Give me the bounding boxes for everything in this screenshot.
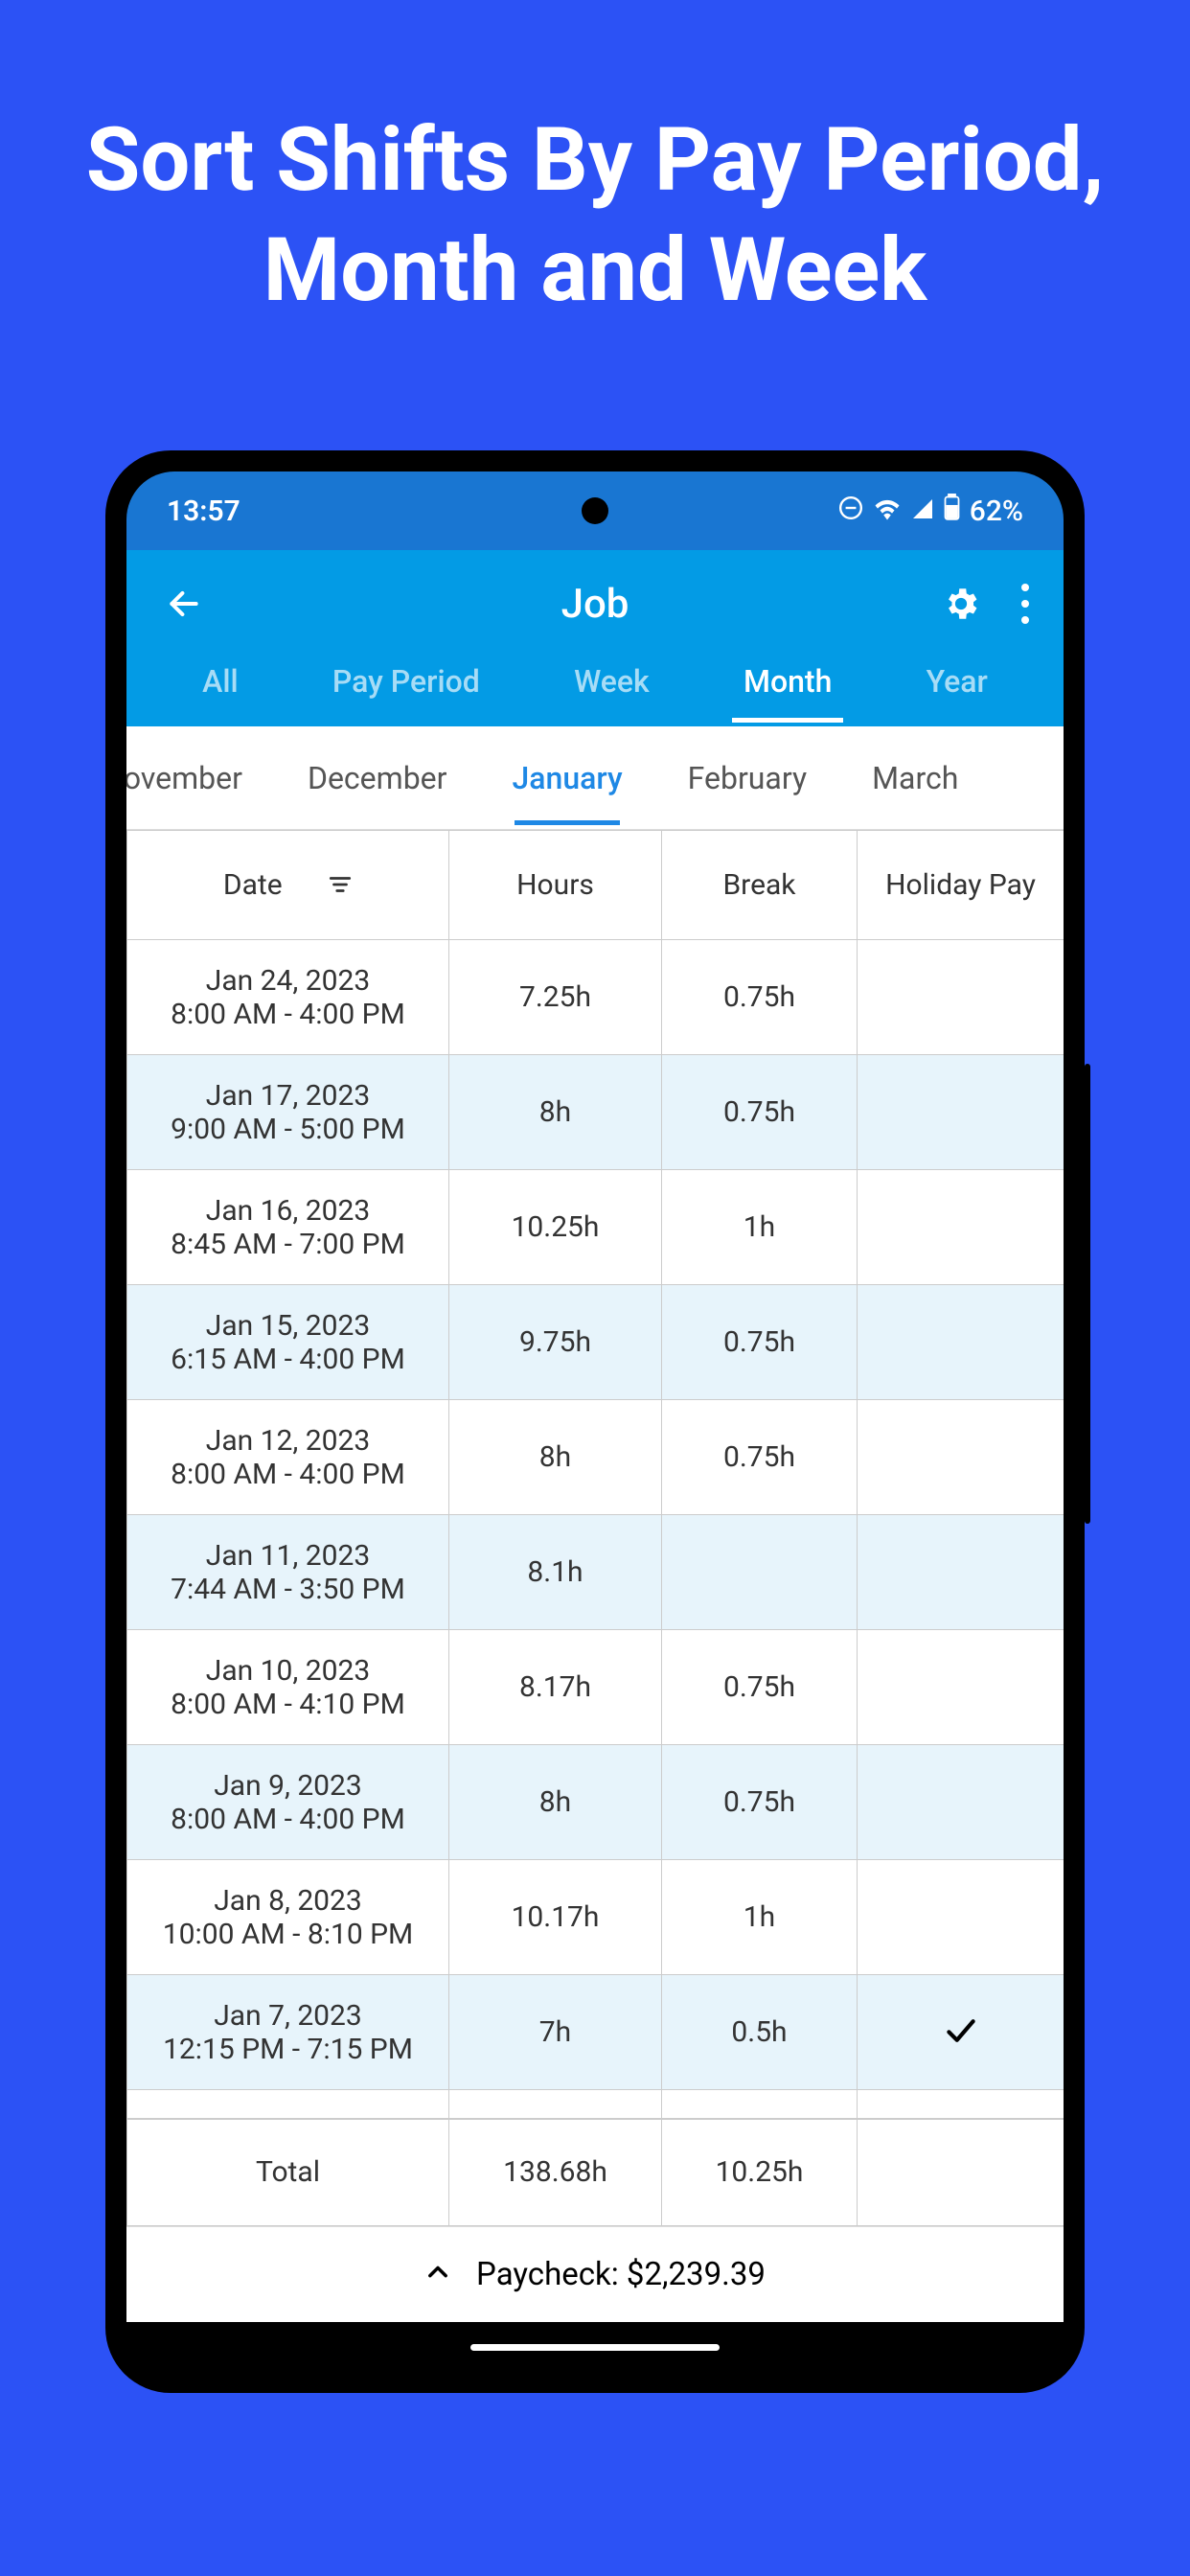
month-tab-february[interactable]: February (655, 731, 839, 825)
cell-holiday (858, 1400, 1064, 1515)
month-tab-december[interactable]: December (275, 731, 480, 825)
cell-date: Jan 9, 20238:00 AM - 4:00 PM (127, 1745, 449, 1860)
table-row[interactable]: Jan 16, 20238:45 AM - 7:00 PM10.25h1h (127, 1170, 1064, 1285)
col-header-date[interactable]: Date (127, 831, 449, 940)
cell-break: 0.75h (662, 1745, 858, 1860)
cell-holiday (858, 1630, 1064, 1745)
cell-date: Jan 15, 20236:15 AM - 4:00 PM (127, 1285, 449, 1400)
tab-week[interactable]: Week (562, 657, 661, 723)
phone-frame: 13:57 62% (105, 450, 1085, 2393)
app-bar: Job All Pay Period Week Month Year (126, 550, 1064, 726)
cell-date: Jan 17, 20239:00 AM - 5:00 PM (127, 1055, 449, 1170)
promo-headline: Sort Shifts By Pay Period, Month and Wee… (0, 0, 1190, 326)
cell-hours: 7h (449, 1975, 662, 2090)
cell-break: 0.5h (662, 1975, 858, 2090)
cell-holiday (858, 1745, 1064, 1860)
status-time: 13:57 (167, 494, 240, 528)
cell-holiday (858, 1860, 1064, 1975)
col-header-hours[interactable]: Hours (449, 831, 662, 940)
col-header-date-label: Date (223, 868, 283, 902)
cell-hours: 10.25h (449, 1170, 662, 1285)
table-row-partial[interactable] (127, 2090, 1064, 2119)
table-row[interactable]: Jan 7, 202312:15 PM - 7:15 PM7h0.5h (127, 1975, 1064, 2090)
cell-date: Jan 7, 202312:15 PM - 7:15 PM (127, 1975, 449, 2090)
overflow-menu-button[interactable] (1016, 584, 1035, 624)
cell-break: 0.75h (662, 1285, 858, 1400)
page-title: Job (561, 581, 629, 628)
cell-hours: 7.25h (449, 940, 662, 1055)
system-nav-bar[interactable] (126, 2322, 1064, 2372)
cell-hours: 8h (449, 1400, 662, 1515)
cell-hours: 9.75h (449, 1285, 662, 1400)
table-row[interactable]: Jan 10, 20238:00 AM - 4:10 PM8.17h0.75h (127, 1630, 1064, 1745)
battery-pct: 62% (970, 494, 1023, 528)
paycheck-bar[interactable]: Paycheck: $2,239.39 (126, 2226, 1064, 2322)
paycheck-label: Paycheck: $2,239.39 (476, 2256, 766, 2293)
check-icon (945, 2012, 977, 2053)
cell-date: Jan 11, 20237:44 AM - 3:50 PM (127, 1515, 449, 1630)
camera-hole (582, 497, 608, 524)
sort-icon[interactable] (328, 868, 353, 902)
phone-side-button (1085, 1064, 1090, 1524)
cell-holiday (858, 1515, 1064, 1630)
month-tab-march[interactable]: March (839, 731, 991, 825)
table-row[interactable]: Jan 15, 20236:15 AM - 4:00 PM9.75h0.75h (127, 1285, 1064, 1400)
month-tab-november[interactable]: November (126, 731, 275, 825)
tab-year[interactable]: Year (915, 657, 999, 723)
totals-hours: 138.68h (449, 2119, 662, 2226)
tab-pay-period[interactable]: Pay Period (321, 657, 492, 723)
cell-holiday (858, 1170, 1064, 1285)
month-tab-january[interactable]: January (479, 731, 654, 825)
status-bar: 13:57 62% (126, 472, 1064, 550)
cell-hours: 8.1h (449, 1515, 662, 1630)
chevron-up-icon (424, 2256, 451, 2293)
cell-date: Jan 24, 20238:00 AM - 4:00 PM (127, 940, 449, 1055)
table-row[interactable]: Jan 8, 202310:00 AM - 8:10 PM10.17h1h (127, 1860, 1064, 1975)
shifts-table: Date Hours Break Holiday Pay Jan 24, 202… (126, 830, 1064, 2226)
cell-date: Jan 12, 20238:00 AM - 4:00 PM (127, 1400, 449, 1515)
cell-break: 0.75h (662, 1055, 858, 1170)
cell-hours: 8.17h (449, 1630, 662, 1745)
period-tabs: All Pay Period Week Month Year (126, 657, 1064, 726)
table-row[interactable]: Jan 9, 20238:00 AM - 4:00 PM8h0.75h (127, 1745, 1064, 1860)
totals-label: Total (127, 2119, 449, 2226)
cell-holiday (858, 1285, 1064, 1400)
totals-break: 10.25h (662, 2119, 858, 2226)
table-row[interactable]: Jan 17, 20239:00 AM - 5:00 PM8h0.75h (127, 1055, 1064, 1170)
cell-holiday (858, 1055, 1064, 1170)
table-row[interactable]: Jan 12, 20238:00 AM - 4:00 PM8h0.75h (127, 1400, 1064, 1515)
cell-holiday (858, 940, 1064, 1055)
cell-break: 0.75h (662, 940, 858, 1055)
cell-break: 1h (662, 1170, 858, 1285)
cell-hours: 10.17h (449, 1860, 662, 1975)
table-row[interactable]: Jan 11, 20237:44 AM - 3:50 PM8.1h (127, 1515, 1064, 1630)
signal-icon (911, 494, 934, 528)
dnd-icon (838, 494, 863, 528)
back-button[interactable] (155, 575, 213, 632)
cell-hours: 8h (449, 1745, 662, 1860)
cell-date: Jan 16, 20238:45 AM - 7:00 PM (127, 1170, 449, 1285)
cell-hours: 8h (449, 1055, 662, 1170)
month-tabs: NovemberDecemberJanuaryFebruaryMarch (126, 726, 1064, 830)
table-header-row: Date Hours Break Holiday Pay (127, 831, 1064, 940)
tab-month[interactable]: Month (732, 657, 843, 723)
wifi-icon (873, 494, 902, 528)
cell-break: 1h (662, 1860, 858, 1975)
tab-all[interactable]: All (191, 657, 250, 723)
col-header-holiday[interactable]: Holiday Pay (858, 831, 1064, 940)
cell-break: 0.75h (662, 1400, 858, 1515)
totals-row: Total 138.68h 10.25h (127, 2119, 1064, 2226)
nav-handle[interactable] (470, 2344, 720, 2351)
cell-break (662, 1515, 858, 1630)
cell-date: Jan 10, 20238:00 AM - 4:10 PM (127, 1630, 449, 1745)
settings-button[interactable] (941, 584, 981, 624)
cell-break: 0.75h (662, 1630, 858, 1745)
col-header-break[interactable]: Break (662, 831, 858, 940)
cell-date: Jan 8, 202310:00 AM - 8:10 PM (127, 1860, 449, 1975)
table-row[interactable]: Jan 24, 20238:00 AM - 4:00 PM7.25h0.75h (127, 940, 1064, 1055)
battery-icon (944, 494, 960, 528)
cell-holiday (858, 1975, 1064, 2090)
